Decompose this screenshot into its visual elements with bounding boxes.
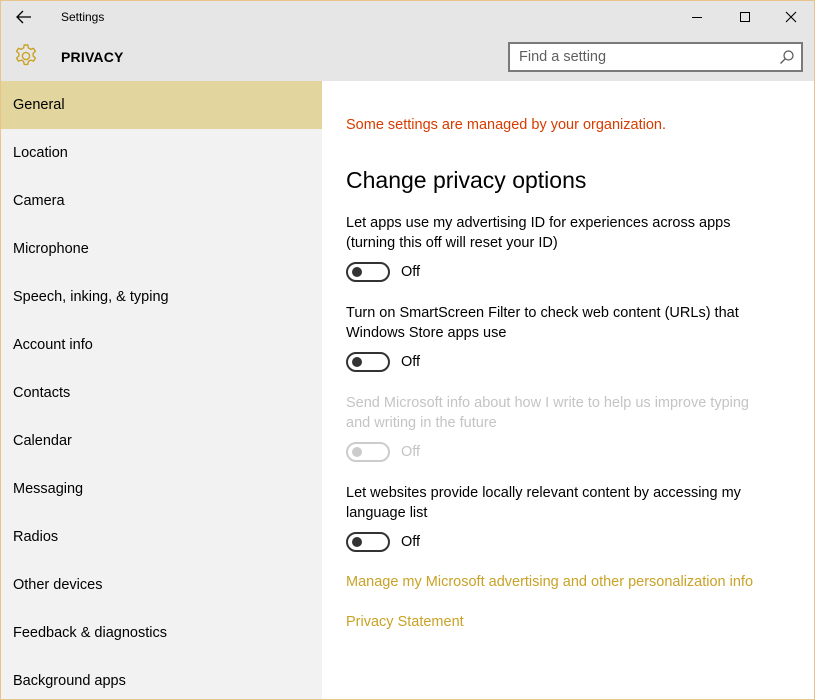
sidebar-item-label: Feedback & diagnostics [13, 625, 167, 641]
option-text-line: Send Microsoft info about how I write to… [346, 395, 749, 411]
sidebar-item-microphone[interactable]: Microphone [1, 225, 322, 273]
sidebar-item-location[interactable]: Location [1, 129, 322, 177]
sidebar-item-account-info[interactable]: Account info [1, 321, 322, 369]
language-list-label: Let websites provide locally relevant co… [346, 483, 796, 523]
sidebar-item-label: Location [13, 145, 68, 161]
option-text-line: Turn on SmartScreen Filter to check web … [346, 305, 739, 321]
window-title: Settings [61, 10, 105, 24]
minimize-button[interactable] [674, 1, 720, 33]
gear-icon [15, 44, 37, 66]
toggle-state-label: Off [401, 354, 421, 370]
back-button[interactable] [9, 3, 39, 31]
search-box[interactable] [508, 42, 803, 72]
typing-info-label: Send Microsoft info about how I write to… [346, 393, 796, 433]
sidebar-item-label: Microphone [13, 241, 89, 257]
sidebar-item-background-apps[interactable]: Background apps [1, 657, 322, 699]
sidebar-item-general[interactable]: General [1, 81, 322, 129]
managed-notice: Some settings are managed by your organi… [346, 117, 666, 133]
toggle-knob [352, 447, 362, 457]
option-text-line: Let apps use my advertising ID for exper… [346, 215, 731, 231]
manage-advertising-link[interactable]: Manage my Microsoft advertising and othe… [346, 574, 753, 590]
option-text-line: (turning this off will reset your ID) [346, 235, 558, 251]
sidebar-item-camera[interactable]: Camera [1, 177, 322, 225]
sidebar-item-label: Camera [13, 193, 65, 209]
maximize-button[interactable] [722, 1, 768, 33]
option-text-line: Windows Store apps use [346, 325, 507, 341]
sidebar-item-calendar[interactable]: Calendar [1, 417, 322, 465]
toggle-knob [352, 357, 362, 367]
sidebar-item-label: General [13, 97, 65, 113]
sidebar-item-label: Account info [13, 337, 93, 353]
sidebar: General Location Camera Microphone Speec… [1, 81, 322, 699]
sidebar-item-feedback[interactable]: Feedback & diagnostics [1, 609, 322, 657]
toggle-knob [352, 537, 362, 547]
toggle-state-label: Off [401, 444, 421, 460]
minimize-icon [692, 17, 702, 18]
sidebar-item-speech[interactable]: Speech, inking, & typing [1, 273, 322, 321]
main-content: Some settings are managed by your organi… [322, 81, 814, 699]
sidebar-item-label: Other devices [13, 577, 103, 593]
privacy-statement-link[interactable]: Privacy Statement [346, 614, 464, 630]
option-text-line: Let websites provide locally relevant co… [346, 485, 741, 501]
option-text-line: language list [346, 505, 428, 521]
page-header: PRIVACY [1, 33, 814, 81]
settings-window: Settings PRIVACY Find a setting General … [0, 0, 815, 700]
sidebar-item-label: Calendar [13, 433, 72, 449]
maximize-icon [740, 12, 750, 22]
arrow-left-icon [16, 10, 31, 24]
toggle-knob [352, 267, 362, 277]
smartscreen-toggle[interactable] [346, 352, 390, 372]
toggle-state-label: Off [401, 264, 421, 280]
close-icon [785, 11, 797, 23]
search-input[interactable] [510, 44, 770, 70]
sidebar-item-label: Background apps [13, 673, 126, 689]
page-title: PRIVACY [61, 49, 124, 65]
sidebar-item-label: Contacts [13, 385, 71, 401]
sidebar-item-messaging[interactable]: Messaging [1, 465, 322, 513]
smartscreen-label: Turn on SmartScreen Filter to check web … [346, 303, 796, 343]
sidebar-item-label: Radios [13, 529, 59, 545]
sidebar-item-label: Messaging [13, 481, 84, 497]
typing-info-toggle [346, 442, 390, 462]
sidebar-item-other-devices[interactable]: Other devices [1, 561, 322, 609]
sidebar-item-label: Speech, inking, & typing [13, 289, 169, 305]
sidebar-item-contacts[interactable]: Contacts [1, 369, 322, 417]
toggle-state-label: Off [401, 534, 421, 550]
option-text-line: and writing in the future [346, 415, 497, 431]
search-icon[interactable] [779, 49, 795, 65]
advertising-id-toggle[interactable] [346, 262, 390, 282]
advertising-id-label: Let apps use my advertising ID for exper… [346, 213, 796, 253]
close-button[interactable] [768, 1, 814, 33]
language-list-toggle[interactable] [346, 532, 390, 552]
title-bar: Settings [1, 1, 814, 33]
section-heading: Change privacy options [346, 167, 587, 193]
sidebar-item-radios[interactable]: Radios [1, 513, 322, 561]
